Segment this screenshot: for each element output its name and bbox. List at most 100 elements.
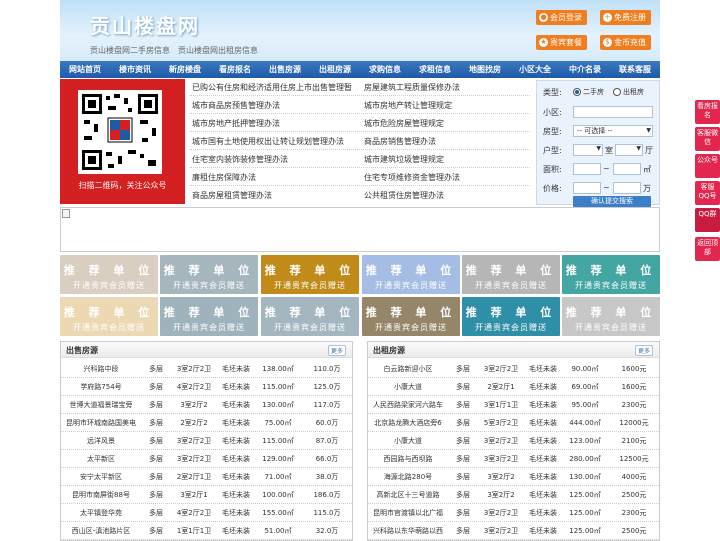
listing-location[interactable]: 北京路龙腾大酒店旁6: [368, 418, 448, 428]
listing-location[interactable]: 太平新区: [61, 454, 141, 464]
recharge-button[interactable]: $ 金币充值: [600, 35, 651, 50]
listing-location[interactable]: 昆明市环城南路国美电: [61, 418, 141, 428]
side-qq-group[interactable]: QQ群: [695, 208, 720, 232]
nav-communities[interactable]: 小区大全: [510, 61, 560, 78]
link-policy-11[interactable]: 商品房销售管理办法: [364, 136, 436, 147]
nav-buy-wanted[interactable]: 求购信息: [360, 61, 410, 78]
table-row[interactable]: 世博大道福景瑞宝旁 多层 3室2厅2 毛坯未装 130.00㎡ 117.0万: [61, 396, 352, 414]
listing-location[interactable]: 白云路新迎小区: [368, 364, 448, 374]
listing-location[interactable]: 兴科路中段: [61, 364, 141, 374]
login-button[interactable]: ● 会员登录: [536, 10, 587, 25]
hall-count-select[interactable]: ▼: [615, 144, 643, 156]
table-row[interactable]: 昆明市官渡镇以北广福 多层 3室2厅2卫 毛坯未装 125.00㎡ 2300元: [368, 504, 659, 522]
area-max-input[interactable]: [613, 163, 641, 175]
table-row[interactable]: 太平镇登华苑 多层 4室2厅2卫 毛坯未装 155.00㎡ 115.0万: [61, 504, 352, 522]
side-qq-service[interactable]: 客服QQ号: [695, 181, 720, 205]
link-policy-5[interactable]: 住宅室内装饰装修管理办法: [192, 154, 288, 165]
link-policy-8[interactable]: 房屋建筑工程质量保修办法: [364, 82, 460, 93]
link-policy-6[interactable]: 廉租住房保障办法: [192, 172, 256, 183]
nav-rent-wanted[interactable]: 求租信息: [410, 61, 460, 78]
nav-news[interactable]: 楼市资讯: [110, 61, 160, 78]
room-count-select[interactable]: ▼: [573, 144, 603, 156]
search-submit-button[interactable]: 确认提交搜索: [573, 196, 651, 207]
table-row[interactable]: 昆明市南屏街88号 多层 3室2厅1 毛坯未装 100.00㎡ 186.0万: [61, 486, 352, 504]
nav-contact[interactable]: 联系客服: [610, 61, 660, 78]
nav-viewing-signup[interactable]: 看房报名: [210, 61, 260, 78]
rent-more-button[interactable]: 更多: [634, 345, 653, 356]
link-policy-4[interactable]: 城市国有土地使用权出让转让规划管理办法: [192, 136, 344, 147]
table-row[interactable]: 远洋风景 多层 3室2厅2卫 毛坯未装 115.00㎡ 87.0万: [61, 432, 352, 450]
listing-location[interactable]: 人民西路梁家河六路车: [368, 400, 448, 410]
listing-location[interactable]: 昆明市官渡镇以北广福: [368, 508, 448, 518]
subtitle-rental[interactable]: 贡山楼盘网出租房信息: [178, 45, 258, 56]
price-min-input[interactable]: [573, 182, 601, 194]
area-min-input[interactable]: [573, 163, 601, 175]
featured-unit-tile[interactable]: 推 荐 单 位开通贵宾会员赠送: [60, 255, 158, 294]
featured-unit-tile[interactable]: 推 荐 单 位开通贵宾会员赠送: [261, 297, 359, 336]
listing-location[interactable]: 兴科路以东华萌路以西: [368, 526, 448, 536]
listing-location[interactable]: 西园路与西坝路: [368, 454, 448, 464]
table-row[interactable]: 北京路龙腾大酒店旁6 多层 5室3厅2卫 毛坯未装 444.00㎡ 12000元: [368, 414, 659, 432]
table-row[interactable]: 小康大道 多层 2室2厅1 毛坯未装 69.00㎡ 1600元: [368, 378, 659, 396]
listing-location[interactable]: 海源北路280号: [368, 472, 448, 482]
link-policy-1[interactable]: 已购公有住房和经济适用住房上市出售管理暂: [192, 82, 352, 93]
nav-sale[interactable]: 出售房源: [260, 61, 310, 78]
listing-location[interactable]: 小康大道: [368, 436, 448, 446]
listing-location[interactable]: 远洋风景: [61, 436, 141, 446]
featured-unit-tile[interactable]: 推 荐 单 位开通贵宾会员赠送: [160, 297, 258, 336]
table-row[interactable]: 安宁太平新区 多层 2室2厅1卫 毛坯未装 71.00㎡ 38.0万: [61, 468, 352, 486]
link-policy-2[interactable]: 城市商品房预售管理办法: [192, 100, 280, 111]
featured-unit-tile[interactable]: 推 荐 单 位开通贵宾会员赠送: [362, 255, 460, 294]
listing-location[interactable]: 西山区-滇池路片区: [61, 526, 141, 536]
listing-location[interactable]: 世博大道福景瑞宝旁: [61, 400, 141, 410]
vip-package-button[interactable]: ★ 贵宾套餐: [536, 35, 587, 50]
subtitle-secondhand[interactable]: 贡山楼盘网二手房信息: [90, 45, 170, 56]
table-row[interactable]: 兴科路以东华萌路以西 多层 3室2厅2卫 毛坯未装 125.00㎡ 2500元: [368, 522, 659, 540]
community-input[interactable]: [573, 106, 653, 118]
type-radio-rental[interactable]: 出租房: [613, 87, 644, 97]
listing-location[interactable]: 昆明市南屏街88号: [61, 490, 141, 500]
house-type-select[interactable]: -- 可选择 -- ▼: [573, 125, 653, 137]
listing-location[interactable]: 安宁太平新区: [61, 472, 141, 482]
side-back-to-top[interactable]: 返回顶部: [695, 237, 720, 261]
featured-unit-tile[interactable]: 推 荐 单 位开通贵宾会员赠送: [160, 255, 258, 294]
nav-home[interactable]: 网站首页: [60, 61, 110, 78]
link-policy-3[interactable]: 城市房地产抵押管理办法: [192, 118, 280, 129]
side-viewing-signup[interactable]: 看房报名: [695, 100, 720, 124]
table-row[interactable]: 太平新区 多层 3室2厅2卫 毛坯未装 129.00㎡ 66.0万: [61, 450, 352, 468]
table-row[interactable]: 西园路与西坝路 多层 3室3厅2卫 毛坯未装 280.00㎡ 12500元: [368, 450, 659, 468]
link-policy-9[interactable]: 城市房地产转让管理规定: [364, 100, 452, 111]
table-row[interactable]: 昆明市环城南路国美电 多层 2室2厅2 毛坯未装 75.00㎡ 60.0万: [61, 414, 352, 432]
listing-location[interactable]: 学府路754号: [61, 382, 141, 392]
nav-agencies[interactable]: 中介名录: [560, 61, 610, 78]
featured-unit-tile[interactable]: 推 荐 单 位开通贵宾会员赠送: [462, 297, 560, 336]
link-policy-14[interactable]: 公共租赁住房管理办法: [364, 190, 444, 201]
price-max-input[interactable]: [613, 182, 641, 194]
featured-unit-tile[interactable]: 推 荐 单 位开通贵宾会员赠送: [562, 255, 660, 294]
sale-more-button[interactable]: 更多: [327, 345, 346, 356]
link-policy-13[interactable]: 住宅专项维修资金管理办法: [364, 172, 460, 183]
link-policy-7[interactable]: 商品房屋租赁管理办法: [192, 190, 272, 201]
link-policy-12[interactable]: 城市建筑垃圾管理规定: [364, 154, 444, 165]
register-button[interactable]: + 免费注册: [600, 10, 651, 25]
nav-new-homes[interactable]: 新房楼盘: [160, 61, 210, 78]
side-wechat-service[interactable]: 客服微信: [695, 127, 720, 151]
table-row[interactable]: 白云路新迎小区 多层 3室2厅2卫 毛坯未装 90.00㎡ 1600元: [368, 360, 659, 378]
table-row[interactable]: 西山区-滇池路片区 多层 1室1厅1卫 毛坯未装 51.00㎡ 32.0万: [61, 522, 352, 540]
featured-unit-tile[interactable]: 推 荐 单 位开通贵宾会员赠送: [60, 297, 158, 336]
table-row[interactable]: 海源北路280号 多层 3室2厅2 毛坯未装 130.00㎡ 4000元: [368, 468, 659, 486]
listing-location[interactable]: 小康大道: [368, 382, 448, 392]
listing-location[interactable]: 太平镇登华苑: [61, 508, 141, 518]
listing-location[interactable]: 高新北区十三号道路: [368, 490, 448, 500]
type-radio-secondhand[interactable]: 二手房: [573, 87, 604, 97]
table-row[interactable]: 高新北区十三号道路 多层 3室2厅2 毛坯未装 125.00㎡ 2500元: [368, 486, 659, 504]
site-title[interactable]: 贡山楼盘网: [90, 10, 200, 39]
featured-unit-tile[interactable]: 推 荐 单 位开通贵宾会员赠送: [261, 255, 359, 294]
nav-rent[interactable]: 出租房源: [310, 61, 360, 78]
nav-map[interactable]: 地图找房: [460, 61, 510, 78]
table-row[interactable]: 兴科路中段 多层 3室2厅2卫 毛坯未装 138.00㎡ 110.0万: [61, 360, 352, 378]
featured-unit-tile[interactable]: 推 荐 单 位开通贵宾会员赠送: [462, 255, 560, 294]
featured-unit-tile[interactable]: 推 荐 单 位开通贵宾会员赠送: [562, 297, 660, 336]
featured-unit-tile[interactable]: 推 荐 单 位开通贵宾会员赠送: [362, 297, 460, 336]
side-official-account[interactable]: 公众号: [695, 154, 720, 178]
